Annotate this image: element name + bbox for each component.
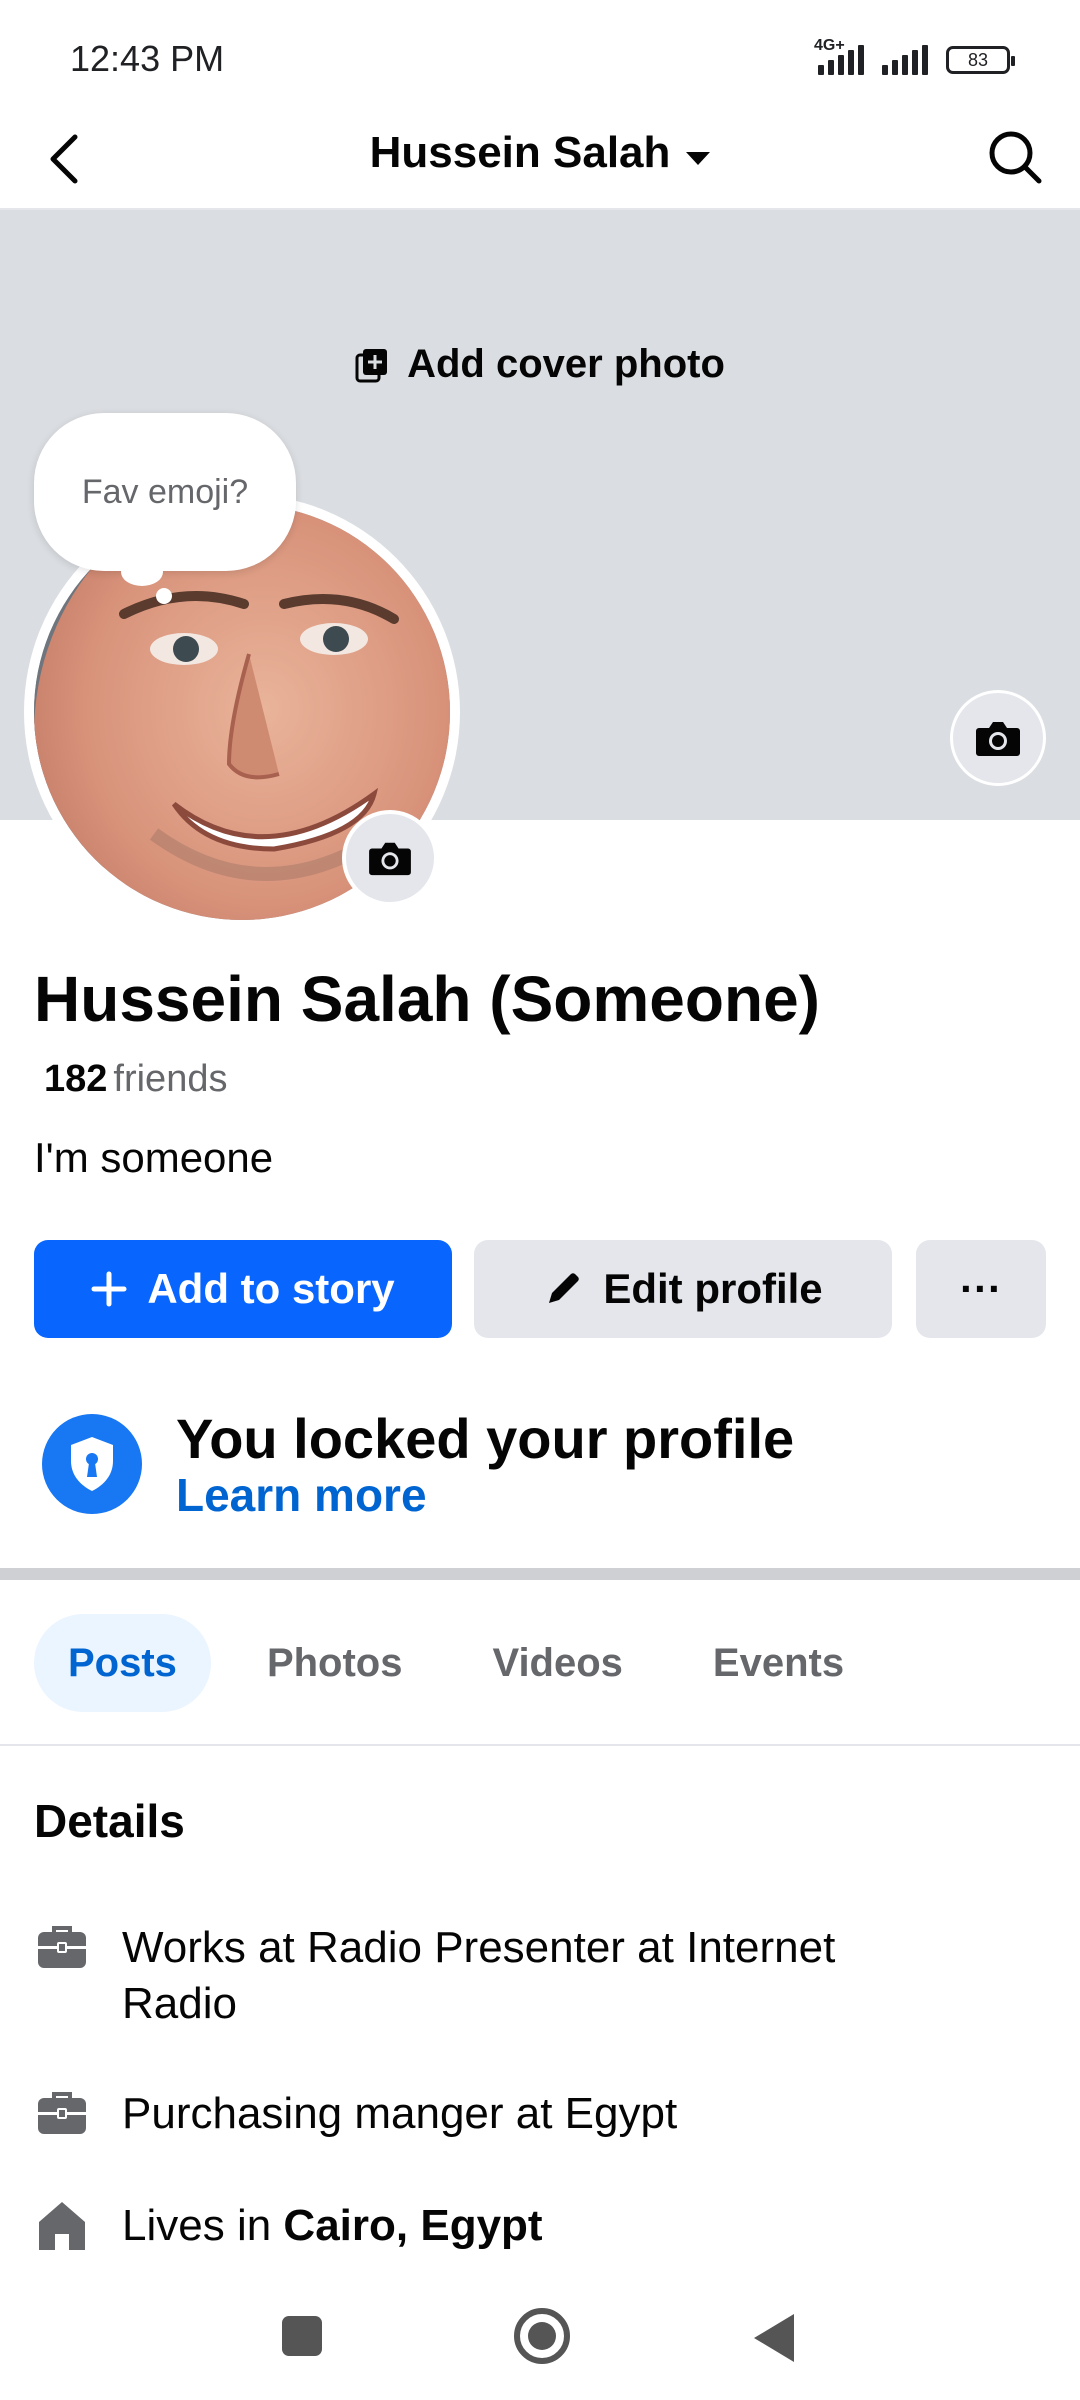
profile-switcher[interactable]: Hussein Salah [0,128,1080,178]
top-header: Hussein Salah [0,110,1080,210]
search-button[interactable] [980,122,1050,192]
note-text: Fav emoji? [81,472,249,511]
edit-profile-label: Edit profile [603,1265,823,1312]
friends-link[interactable]: 182 friends [44,1058,227,1101]
tabs-divider [0,1744,1080,1746]
avatar-camera-button[interactable] [342,810,438,906]
note-bubble-tail-dot [156,588,172,604]
detail-item-lives-in[interactable]: Lives in Cairo, Egypt [34,2198,1034,2254]
signal-icon [882,45,928,75]
friends-label: friends [113,1058,228,1100]
caret-down-icon [686,152,711,166]
detail-job-text: Purchasing manger at Egypt [122,2089,678,2138]
locked-profile-title: You locked your profile [176,1407,795,1470]
lives-in-prefix: Lives in [122,2201,284,2250]
battery-level: 83 [967,49,989,70]
plus-icon [91,1271,127,1307]
edit-profile-button[interactable]: Edit profile [474,1240,892,1338]
shield-lock-icon [42,1414,142,1514]
status-time: 12:43 PM [70,38,225,79]
detail-item-work[interactable]: Works at Radio Presenter at Internet Rad… [34,1920,1034,2032]
profile-bio: I'm someone [34,1134,274,1181]
detail-work-text: Works at Radio Presenter at Internet Rad… [122,1923,836,2028]
home-icon [34,2198,90,2254]
tab-events[interactable]: Events [679,1614,878,1712]
locked-profile-notice: You locked your profile Learn more [34,1406,1046,1526]
add-cover-photo-label: Add cover photo [407,342,725,386]
details-heading: Details [34,1795,185,1847]
add-cover-photo-button[interactable]: Add cover photo [0,342,1080,387]
detail-item-job[interactable]: Purchasing manger at Egypt [34,2086,1034,2142]
briefcase-icon [34,2086,90,2142]
camera-icon [976,722,1020,756]
status-icons: 4G+ 83 [814,37,1015,82]
friends-count: 182 [44,1058,108,1100]
briefcase-icon [34,1920,90,1976]
network-type: 4G+ [814,37,845,54]
more-options-button[interactable]: ··· [916,1240,1046,1338]
profile-name: Hussein Salah (Someone) [34,963,820,1035]
recent-apps-button[interactable] [282,2316,322,2356]
add-to-story-label: Add to story [147,1265,395,1312]
more-icon: ··· [960,1265,1002,1312]
learn-more-link[interactable]: Learn more [176,1468,427,1522]
note-bubble-tail [121,558,163,586]
header-title: Hussein Salah [369,128,671,177]
profile-page: 12:43 PM 4G+ 83 Hussein Salah Add cover … [0,0,1080,2400]
tab-videos[interactable]: Videos [458,1614,656,1712]
signal-4g-icon: 4G+ [814,37,864,75]
pencil-icon [549,1273,580,1303]
detail-lives-in-text: Lives in Cairo, Egypt [122,2198,942,2254]
system-back-button[interactable] [754,2314,794,2362]
home-dot-icon [528,2322,556,2350]
camera-icon [369,842,411,876]
lives-in-location: Cairo, Egypt [283,2201,543,2250]
section-divider [0,1568,1080,1580]
battery-icon: 83 [946,46,1015,74]
profile-tabs: Posts Photos Videos Events [34,1614,900,1712]
tab-posts[interactable]: Posts [34,1614,211,1712]
system-nav-bar [0,2280,1080,2390]
home-button[interactable] [514,2308,570,2364]
tab-photos[interactable]: Photos [233,1614,437,1712]
status-bar: 12:43 PM 4G+ 83 [0,0,1080,110]
add-photo-icon [355,348,388,382]
add-to-story-button[interactable]: Add to story [34,1240,452,1338]
note-bubble[interactable]: Fav emoji? [34,413,296,571]
search-icon [989,131,1042,184]
cover-camera-button[interactable] [950,690,1046,786]
